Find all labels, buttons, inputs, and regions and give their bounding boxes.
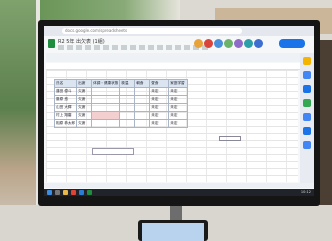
attendance-table: 氏名 出席 体調・健康状態 検温 朝食 昼食 家庭学習 蓮田 優斗 欠席 未定 … bbox=[53, 79, 189, 128]
cell[interactable] bbox=[119, 95, 136, 104]
monitor-screen: docs.google.com/spreadsheets R2 5年 出欠表 (… bbox=[44, 26, 314, 196]
table-row: 山田 大輝 欠席 未定 未定 bbox=[53, 103, 189, 112]
calendar-icon[interactable] bbox=[303, 85, 311, 93]
menu-bar[interactable] bbox=[58, 45, 208, 50]
cell[interactable] bbox=[91, 95, 121, 104]
word-icon[interactable] bbox=[79, 190, 84, 195]
cell[interactable]: 未定 bbox=[149, 103, 170, 112]
avatar bbox=[224, 39, 233, 48]
cell[interactable]: 未定 bbox=[149, 119, 170, 128]
cell[interactable]: 未定 bbox=[168, 87, 189, 96]
cell[interactable]: 未定 bbox=[149, 111, 170, 120]
cell[interactable]: 未定 bbox=[168, 111, 189, 120]
cell[interactable]: 欠席 bbox=[76, 95, 93, 104]
avatar bbox=[254, 39, 263, 48]
cell[interactable]: 蓮田 優斗 bbox=[53, 87, 78, 96]
table-row: 蓮田 優斗 欠席 未定 未定 bbox=[53, 87, 189, 96]
selected-cell-range[interactable] bbox=[92, 148, 134, 155]
plus-icon[interactable] bbox=[303, 141, 311, 149]
cell[interactable]: 相原 恭太郎 bbox=[53, 119, 78, 128]
start-icon[interactable] bbox=[47, 190, 52, 195]
highlighted-cell[interactable] bbox=[91, 111, 121, 120]
avatar bbox=[214, 39, 223, 48]
cell[interactable] bbox=[134, 87, 151, 96]
cell[interactable] bbox=[119, 87, 136, 96]
header-cell[interactable]: 昼食 bbox=[149, 79, 170, 88]
cell[interactable]: 欠席 bbox=[76, 103, 93, 112]
cell[interactable]: 未定 bbox=[168, 95, 189, 104]
cell[interactable]: 未定 bbox=[168, 119, 189, 128]
add-ons-icon[interactable] bbox=[303, 127, 311, 135]
taskbar-clock: 10:12 bbox=[300, 190, 311, 194]
cell[interactable]: 未定 bbox=[149, 95, 170, 104]
cell[interactable]: 欠席 bbox=[76, 119, 93, 128]
cell-outline[interactable] bbox=[219, 136, 241, 141]
avatar bbox=[204, 39, 213, 48]
cell[interactable]: 藤原 悠 bbox=[53, 95, 78, 104]
side-panel bbox=[300, 53, 314, 183]
keep-icon[interactable] bbox=[303, 57, 311, 65]
cell[interactable]: 未定 bbox=[149, 87, 170, 96]
avatar bbox=[244, 39, 253, 48]
address-bar[interactable]: docs.google.com/spreadsheets bbox=[62, 28, 242, 34]
table-header-row: 氏名 出席 体調・健康状態 検温 朝食 昼食 家庭学習 bbox=[53, 79, 189, 88]
cell[interactable]: 未定 bbox=[168, 103, 189, 112]
cell[interactable] bbox=[134, 95, 151, 104]
search-icon[interactable] bbox=[55, 190, 60, 195]
avatar bbox=[234, 39, 243, 48]
cell[interactable]: 山田 大輝 bbox=[53, 103, 78, 112]
header-cell[interactable]: 検温 bbox=[119, 79, 136, 88]
header-cell[interactable]: 出席 bbox=[76, 79, 93, 88]
os-taskbar: 10:12 bbox=[44, 189, 314, 196]
excel-icon[interactable] bbox=[87, 190, 92, 195]
share-button[interactable] bbox=[279, 39, 305, 48]
table-row: 相原 恭太郎 欠席 未定 未定 bbox=[53, 119, 189, 128]
cell[interactable]: 欠席 bbox=[76, 111, 93, 120]
header-cell[interactable]: 家庭学習 bbox=[168, 79, 189, 88]
chrome-icon[interactable] bbox=[71, 190, 76, 195]
header-cell[interactable]: 体調・健康状態 bbox=[91, 79, 121, 88]
maps-icon[interactable] bbox=[303, 113, 311, 121]
cell[interactable] bbox=[134, 119, 151, 128]
tablet-screen bbox=[142, 223, 204, 241]
toolbar[interactable] bbox=[46, 53, 312, 62]
cell[interactable]: 村上 翔磨 bbox=[53, 111, 78, 120]
sheet-tabs-bar[interactable] bbox=[44, 183, 314, 188]
table-row: 藤原 悠 欠席 未定 未定 bbox=[53, 95, 189, 104]
document-title[interactable]: R2 5年 出欠表 (1組) bbox=[58, 38, 105, 45]
formula-bar[interactable] bbox=[46, 63, 312, 70]
cell[interactable] bbox=[134, 103, 151, 112]
browser-tab-bar: docs.google.com/spreadsheets bbox=[44, 26, 314, 36]
avatar bbox=[194, 39, 203, 48]
header-cell[interactable]: 氏名 bbox=[53, 79, 78, 88]
cell[interactable] bbox=[91, 119, 121, 128]
folder-icon[interactable] bbox=[63, 190, 68, 195]
header-cell[interactable]: 朝食 bbox=[134, 79, 151, 88]
cell[interactable] bbox=[119, 111, 136, 120]
cell[interactable] bbox=[119, 119, 136, 128]
cell[interactable] bbox=[91, 87, 121, 96]
cell[interactable] bbox=[119, 103, 136, 112]
table-row: 村上 翔磨 欠席 未定 未定 bbox=[53, 111, 189, 120]
tasks-icon[interactable] bbox=[303, 71, 311, 79]
cell[interactable] bbox=[91, 103, 121, 112]
cell[interactable] bbox=[134, 111, 151, 120]
sheets-logo-icon bbox=[48, 39, 55, 48]
contacts-icon[interactable] bbox=[303, 99, 311, 107]
collaborator-avatars bbox=[194, 39, 274, 49]
cell[interactable]: 欠席 bbox=[76, 87, 93, 96]
